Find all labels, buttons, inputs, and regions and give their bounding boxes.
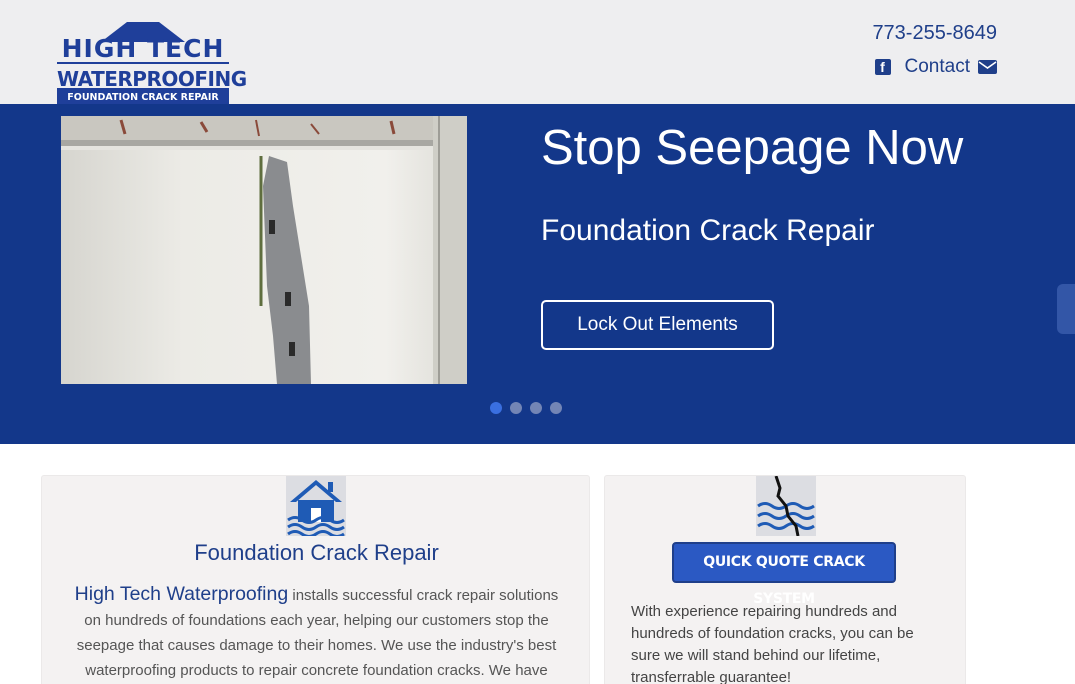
contact-row: f Contact — [874, 56, 997, 78]
hero-image-basement-wall — [61, 116, 467, 384]
foundation-crack-repair-card: Foundation Crack Repair High Tech Waterp… — [41, 475, 590, 684]
quick-quote-button[interactable]: QUICK QUOTE CRACK SYSTEM — [672, 542, 896, 607]
slider-dot-2[interactable] — [510, 402, 522, 414]
hero-slider: Stop Seepage Now Foundation Crack Repair… — [0, 104, 1075, 444]
slider-dots — [490, 402, 562, 414]
hero-subtitle: Foundation Crack Repair — [541, 214, 875, 247]
hero-title: Stop Seepage Now — [541, 121, 964, 175]
slider-dot-3[interactable] — [530, 402, 542, 414]
site-header: HIGH TECH WATERPROOFING FOUNDATION CRACK… — [0, 0, 1075, 104]
lock-out-elements-button[interactable]: Lock Out Elements — [541, 300, 774, 350]
logo-text-waterproofing: WATERPROOFING — [57, 67, 247, 91]
slider-dot-1[interactable] — [490, 402, 502, 414]
logo-text-high-tech: HIGH TECH — [61, 34, 225, 63]
page: HIGH TECH WATERPROOFING FOUNDATION CRACK… — [0, 0, 1075, 684]
phone-link[interactable]: 773-255-8649 — [872, 22, 997, 45]
slider-dot-4[interactable] — [550, 402, 562, 414]
wall-crack-photo — [61, 116, 467, 384]
logo-text-tagline: FOUNDATION CRACK REPAIR — [57, 91, 229, 104]
card-body-text: High Tech Waterproofing installs success… — [70, 582, 563, 683]
card-title: Foundation Crack Repair — [194, 540, 439, 565]
quick-quote-card: QUICK QUOTE CRACK SYSTEM With experience… — [604, 475, 966, 684]
flooded-house-icon — [286, 476, 346, 536]
contact-link[interactable]: Contact — [905, 56, 970, 78]
facebook-icon[interactable]: f — [874, 59, 891, 75]
brand-name: High Tech Waterproofing — [74, 583, 289, 605]
cracked-wall-water-icon — [756, 476, 816, 536]
envelope-icon[interactable] — [978, 60, 997, 74]
site-logo[interactable]: HIGH TECH WATERPROOFING FOUNDATION CRACK… — [57, 20, 247, 104]
guarantee-text: With experience repairing hundreds and h… — [631, 603, 914, 684]
side-tab-handle[interactable] — [1057, 284, 1075, 334]
